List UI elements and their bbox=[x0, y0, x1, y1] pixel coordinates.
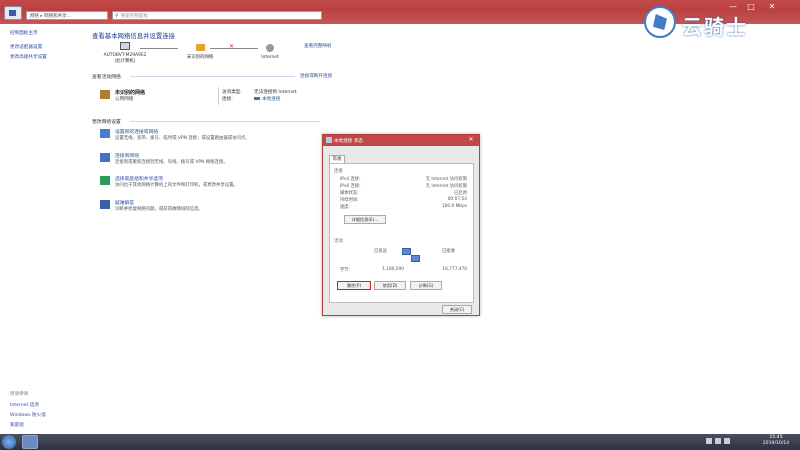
active-network-type[interactable]: 公用网络 bbox=[115, 96, 133, 102]
sent-label: 已发送 bbox=[374, 249, 387, 254]
activity-section-label: 活动 bbox=[334, 239, 343, 244]
tray-icon bbox=[706, 438, 712, 444]
knight-logo-icon bbox=[644, 6, 676, 38]
internet-label: Internet bbox=[261, 55, 279, 60]
connections-label: 连接: bbox=[222, 97, 233, 102]
details-button[interactable]: 详细信息(E)... bbox=[344, 215, 386, 224]
system-tray[interactable] bbox=[706, 438, 746, 446]
media-state-label: 媒体状态: bbox=[340, 191, 359, 196]
start-button[interactable] bbox=[2, 435, 16, 449]
local-connection-status-dialog: 本地连接 状态 ✕ 常规 连接 IPv4 连接: 无 Internet 访问权限… bbox=[322, 134, 480, 316]
active-networks-heading: 查看活动网络 bbox=[92, 75, 121, 80]
general-tab-panel: 连接 IPv4 连接: 无 Internet 访问权限 IPv6 连接: 无 I… bbox=[329, 163, 474, 303]
media-state-value: 已启用 bbox=[454, 191, 467, 196]
control-panel-icon[interactable] bbox=[4, 6, 22, 20]
network-bench-icon bbox=[195, 44, 205, 51]
divider bbox=[218, 87, 219, 105]
network-activity-icon bbox=[402, 248, 422, 266]
sidebar-item-home[interactable]: 控制面板主页 bbox=[10, 30, 38, 36]
sidebar-item-firewall[interactable]: Windows 防火墙 bbox=[10, 412, 46, 418]
task-description: 连接到或重新连接到无线、有线、拨号或 VPN 网络连接。 bbox=[115, 160, 228, 165]
diagnose-button[interactable]: 诊断(G) bbox=[410, 281, 442, 290]
properties-button[interactable]: 属性(P) bbox=[337, 281, 371, 290]
network-node-unidentified[interactable]: 未识别的网络 bbox=[175, 44, 225, 60]
access-type-label: 访问类型: bbox=[222, 90, 242, 95]
homegroup-icon bbox=[100, 176, 110, 185]
received-label: 已接收 bbox=[442, 249, 455, 254]
bytes-sent: 1,180,590 bbox=[382, 267, 404, 272]
taskbar: 15:45 2019/10/14 bbox=[0, 434, 800, 450]
ipv6-label: IPv6 连接: bbox=[340, 184, 361, 189]
local-connection-link[interactable]: 本地连接 bbox=[254, 96, 280, 102]
sidebar-item-adapter-settings[interactable]: 更改适配器设置 bbox=[10, 44, 42, 50]
clock-date: 2019/10/14 bbox=[762, 441, 790, 446]
local-connection-text: 本地连接 bbox=[262, 97, 281, 102]
globe-icon bbox=[266, 44, 274, 52]
connection-line bbox=[140, 48, 178, 49]
dialog-close-text-button[interactable]: 关闭(C) bbox=[442, 305, 472, 314]
active-network-name: 未识别的网络 bbox=[115, 90, 146, 96]
duration-value: 00:07:54 bbox=[447, 197, 467, 202]
divider bbox=[130, 121, 320, 122]
new-connection-icon bbox=[100, 129, 110, 138]
page-title: 查看基本网络信息并设置连接 bbox=[92, 32, 176, 40]
dialog-title: 本地连接 状态 bbox=[334, 139, 364, 144]
task-title[interactable]: 连接到网络 bbox=[115, 152, 139, 159]
disable-button[interactable]: 禁用(D) bbox=[374, 281, 406, 290]
divider bbox=[130, 76, 295, 77]
sidebar-item-homegroup[interactable]: 家庭组 bbox=[10, 422, 24, 428]
task-title[interactable]: 疑难解答 bbox=[115, 199, 134, 206]
speed-value: 100.0 Mbps bbox=[441, 204, 467, 209]
change-settings-heading: 更改网络设置 bbox=[92, 120, 121, 125]
bytes-label: 字节: bbox=[340, 268, 351, 273]
search-icon: ⚲ bbox=[115, 13, 119, 19]
task-title[interactable]: 设置新的连接或网络 bbox=[115, 128, 158, 135]
dialog-close-button[interactable]: ✕ bbox=[465, 136, 477, 144]
network-node-computer: AUTOBVT-M29A9E2 (此计算机) bbox=[100, 42, 150, 64]
dialog-titlebar[interactable]: 本地连接 状态 ✕ bbox=[323, 135, 479, 146]
sidebar-item-internet-options[interactable]: Internet 选项 bbox=[10, 402, 39, 408]
access-type-value: 无法连接到 Internet bbox=[254, 90, 297, 95]
connection-section-label: 连接 bbox=[334, 169, 343, 174]
address-bar[interactable]: 网络 ▸ 网络和共享... bbox=[26, 11, 108, 20]
task-description: 设置无线、宽带、拨号、临时或 VPN 连接；或设置路由器或访问点。 bbox=[115, 136, 250, 141]
tray-icon bbox=[715, 438, 721, 444]
clock[interactable]: 15:45 2019/10/14 bbox=[754, 435, 798, 447]
task-description: 诊断并修复网络问题，或获得故障排除信息。 bbox=[115, 207, 203, 212]
network-adapter-icon bbox=[326, 137, 332, 143]
ipv4-value: 无 Internet 访问权限 bbox=[425, 177, 467, 182]
ipv4-label: IPv4 连接: bbox=[340, 177, 361, 182]
connect-disconnect-link[interactable]: 连接或断开连接 bbox=[300, 73, 332, 79]
task-description: 访问位于其他网络计算机上的文件和打印机，或更改共享设置。 bbox=[115, 183, 238, 188]
duration-label: 持续时间: bbox=[340, 198, 359, 203]
taskbar-app-network-icon[interactable] bbox=[22, 435, 38, 449]
speed-label: 速度: bbox=[340, 205, 351, 210]
search-input[interactable]: ⚲ 搜索控制面板 bbox=[112, 11, 322, 20]
unidentified-network-label: 未识别的网络 bbox=[186, 55, 214, 60]
watermark-logo: 云骑士 bbox=[644, 2, 784, 39]
sidebar: 控制面板主页 更改适配器设置 更改高级共享设置 另请参阅 Internet 选项… bbox=[0, 24, 86, 434]
see-also-heading: 另请参阅 bbox=[10, 392, 29, 397]
sidebar-item-sharing-settings[interactable]: 更改高级共享设置 bbox=[10, 54, 47, 60]
computer-sub: (此计算机) bbox=[114, 59, 136, 64]
view-full-map-link[interactable]: 查看完整映射 bbox=[304, 43, 332, 49]
disconnected-x-icon: ✕ bbox=[229, 43, 235, 50]
bytes-received: 16,777,470 bbox=[442, 267, 467, 272]
computer-icon bbox=[120, 42, 130, 50]
ethernet-icon bbox=[254, 97, 260, 100]
watermark-text: 云骑士 bbox=[682, 15, 748, 39]
ipv6-value: 无 Internet 访问权限 bbox=[425, 184, 467, 189]
bench-network-icon bbox=[100, 90, 110, 99]
tray-icon bbox=[724, 438, 730, 444]
network-node-internet[interactable]: Internet bbox=[250, 44, 290, 60]
search-placeholder: 搜索控制面板 bbox=[121, 14, 148, 19]
troubleshoot-icon bbox=[100, 200, 110, 209]
task-title[interactable]: 选择家庭组和共享选项 bbox=[115, 175, 163, 182]
connect-network-icon bbox=[100, 153, 110, 162]
